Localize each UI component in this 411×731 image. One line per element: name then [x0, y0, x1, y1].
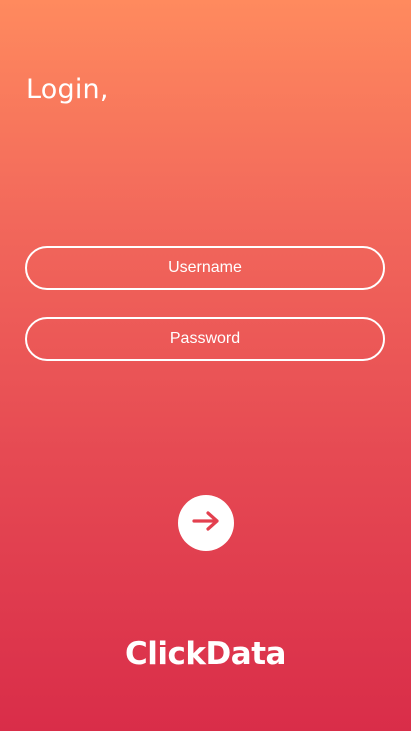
arrow-right-icon: [191, 510, 221, 537]
login-submit-button[interactable]: [178, 495, 234, 551]
password-input[interactable]: [27, 319, 383, 359]
brand-logo: ClickData: [125, 636, 286, 672]
username-field[interactable]: [25, 246, 385, 290]
username-input[interactable]: [27, 248, 383, 288]
password-field[interactable]: [25, 317, 385, 361]
page-title: Login,: [26, 74, 109, 105]
